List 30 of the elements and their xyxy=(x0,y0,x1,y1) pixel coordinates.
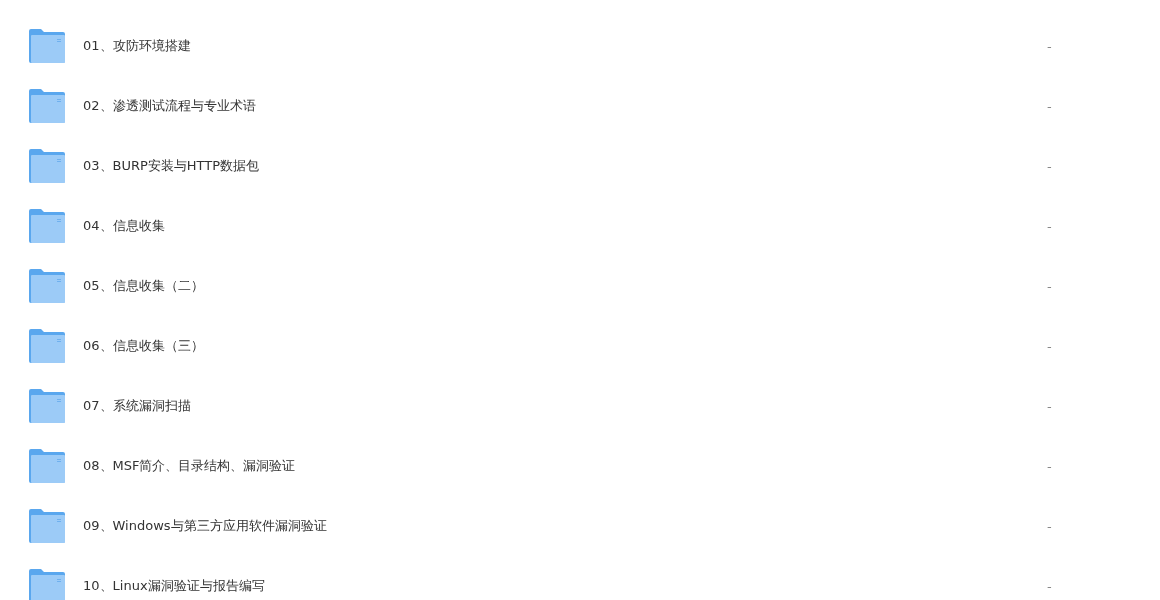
file-size: - xyxy=(1047,158,1053,174)
folder-name[interactable]: 10、Linux漏洞验证与报告编写 xyxy=(83,577,1047,595)
folder-icon xyxy=(29,29,65,63)
file-size: - xyxy=(1047,38,1053,54)
folder-name[interactable]: 04、信息收集 xyxy=(83,217,1047,235)
file-size: - xyxy=(1047,398,1053,414)
folder-icon xyxy=(29,209,65,243)
file-size: - xyxy=(1047,218,1053,234)
folder-icon xyxy=(29,449,65,483)
folder-name[interactable]: 05、信息收集（二） xyxy=(83,277,1047,295)
folder-name[interactable]: 09、Windows与第三方应用软件漏洞验证 xyxy=(83,517,1047,535)
folder-icon xyxy=(29,89,65,123)
folder-name[interactable]: 03、BURP安装与HTTP数据包 xyxy=(83,157,1047,175)
folder-icon xyxy=(29,149,65,183)
folder-icon xyxy=(29,389,65,423)
file-size: - xyxy=(1047,458,1053,474)
folder-icon xyxy=(29,569,65,600)
folder-name[interactable]: 08、MSF简介、目录结构、漏洞验证 xyxy=(83,457,1047,475)
file-size: - xyxy=(1047,98,1053,114)
file-size: - xyxy=(1047,338,1053,354)
folder-icon xyxy=(29,269,65,303)
folder-icon xyxy=(29,329,65,363)
folder-name[interactable]: 01、攻防环境搭建 xyxy=(83,37,1047,55)
folder-name[interactable]: 07、系统漏洞扫描 xyxy=(83,397,1047,415)
file-size: - xyxy=(1047,278,1053,294)
folder-name[interactable]: 02、渗透测试流程与专业术语 xyxy=(83,97,1047,115)
file-size: - xyxy=(1047,578,1053,594)
file-size: - xyxy=(1047,518,1053,534)
folder-name[interactable]: 06、信息收集（三） xyxy=(83,337,1047,355)
folder-icon xyxy=(29,509,65,543)
